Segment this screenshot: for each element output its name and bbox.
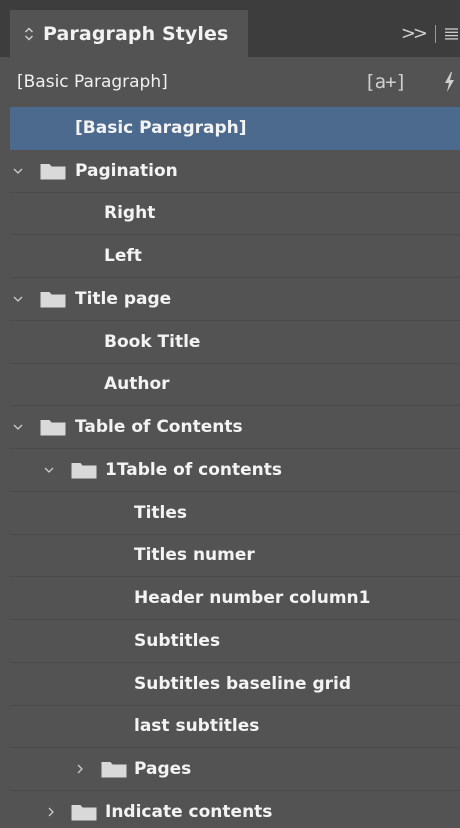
folder-icon [71, 462, 97, 479]
group-label: Pagination [75, 160, 178, 181]
hamburger-menu-icon[interactable] [444, 27, 458, 41]
panel-title: Paragraph Styles [43, 22, 229, 45]
style-label: Subtitles baseline grid [134, 673, 352, 694]
style-group-indicate-contents[interactable]: Indicate contents [10, 791, 460, 828]
diamond-chevrons-icon[interactable] [24, 26, 34, 42]
style-item-subtitles-baseline-grid[interactable]: Subtitles baseline grid [10, 663, 460, 706]
style-item-titles-numer[interactable]: Titles numer [10, 535, 460, 578]
current-style-row: [Basic Paragraph] [a+] [10, 57, 460, 107]
style-label: Book Title [104, 331, 201, 352]
style-item-right[interactable]: Right [10, 193, 460, 236]
folder-icon [40, 163, 66, 180]
style-label: Header number column1 [134, 588, 371, 609]
group-label: 1Table of contents [105, 459, 283, 480]
style-label: Titles [134, 502, 188, 523]
paragraph-styles-list: [Basic Paragraph] Pagination Right Left [10, 107, 460, 828]
style-label: Right [104, 203, 156, 224]
chevron-down-icon[interactable] [12, 165, 24, 177]
panel-tab-bar: Paragraph Styles >> [0, 0, 460, 57]
style-label: Subtitles [134, 630, 221, 651]
style-label: Author [104, 374, 170, 395]
group-label: Indicate contents [105, 801, 273, 822]
folder-icon [40, 291, 66, 308]
style-item-left[interactable]: Left [10, 235, 460, 278]
folder-icon [101, 762, 127, 778]
panel-tab-tools: >> [401, 10, 460, 57]
lightning-icon[interactable] [442, 71, 456, 93]
folder-icon [40, 420, 66, 436]
group-label: Pages [134, 759, 192, 780]
style-item-titles[interactable]: Titles [10, 492, 460, 535]
group-label: Title page [75, 288, 172, 309]
style-item-book-title[interactable]: Book Title [10, 321, 460, 364]
style-label: [Basic Paragraph] [75, 117, 247, 138]
paragraph-styles-panel: Paragraph Styles >> [Basic Paragraph] [a… [0, 0, 460, 828]
style-item-header-number-column1[interactable]: Header number column1 [10, 577, 460, 620]
style-label: Left [104, 246, 142, 267]
bracket-a-plus-icon[interactable]: [a+] [364, 71, 407, 93]
style-item-last-subtitles[interactable]: last subtitles [10, 706, 460, 749]
style-label: last subtitles [134, 716, 260, 737]
current-style-label: [Basic Paragraph] [17, 72, 168, 92]
expand-panels-icon[interactable]: >> [401, 23, 428, 44]
style-group-title-page[interactable]: Title page [10, 278, 460, 321]
style-group-pagination[interactable]: Pagination [10, 150, 460, 193]
style-group-pages[interactable]: Pages [10, 748, 460, 791]
chevron-right-icon[interactable] [74, 763, 86, 775]
chevron-right-icon[interactable] [45, 806, 57, 818]
chevron-down-icon[interactable] [43, 464, 55, 476]
style-item-author[interactable]: Author [10, 364, 460, 407]
folder-icon [71, 804, 97, 821]
style-group-1table-of-contents[interactable]: 1Table of contents [10, 449, 460, 492]
style-item-subtitles[interactable]: Subtitles [10, 620, 460, 663]
toolbar-divider [435, 24, 436, 43]
tab-paragraph-styles[interactable]: Paragraph Styles [10, 10, 248, 57]
style-item-basic-paragraph[interactable]: [Basic Paragraph] [10, 107, 460, 150]
chevron-down-icon[interactable] [12, 293, 24, 305]
style-group-table-of-contents[interactable]: Table of Contents [10, 406, 460, 449]
chevron-down-icon[interactable] [12, 421, 24, 433]
style-label: Titles numer [134, 545, 255, 566]
group-label: Table of Contents [75, 417, 243, 438]
